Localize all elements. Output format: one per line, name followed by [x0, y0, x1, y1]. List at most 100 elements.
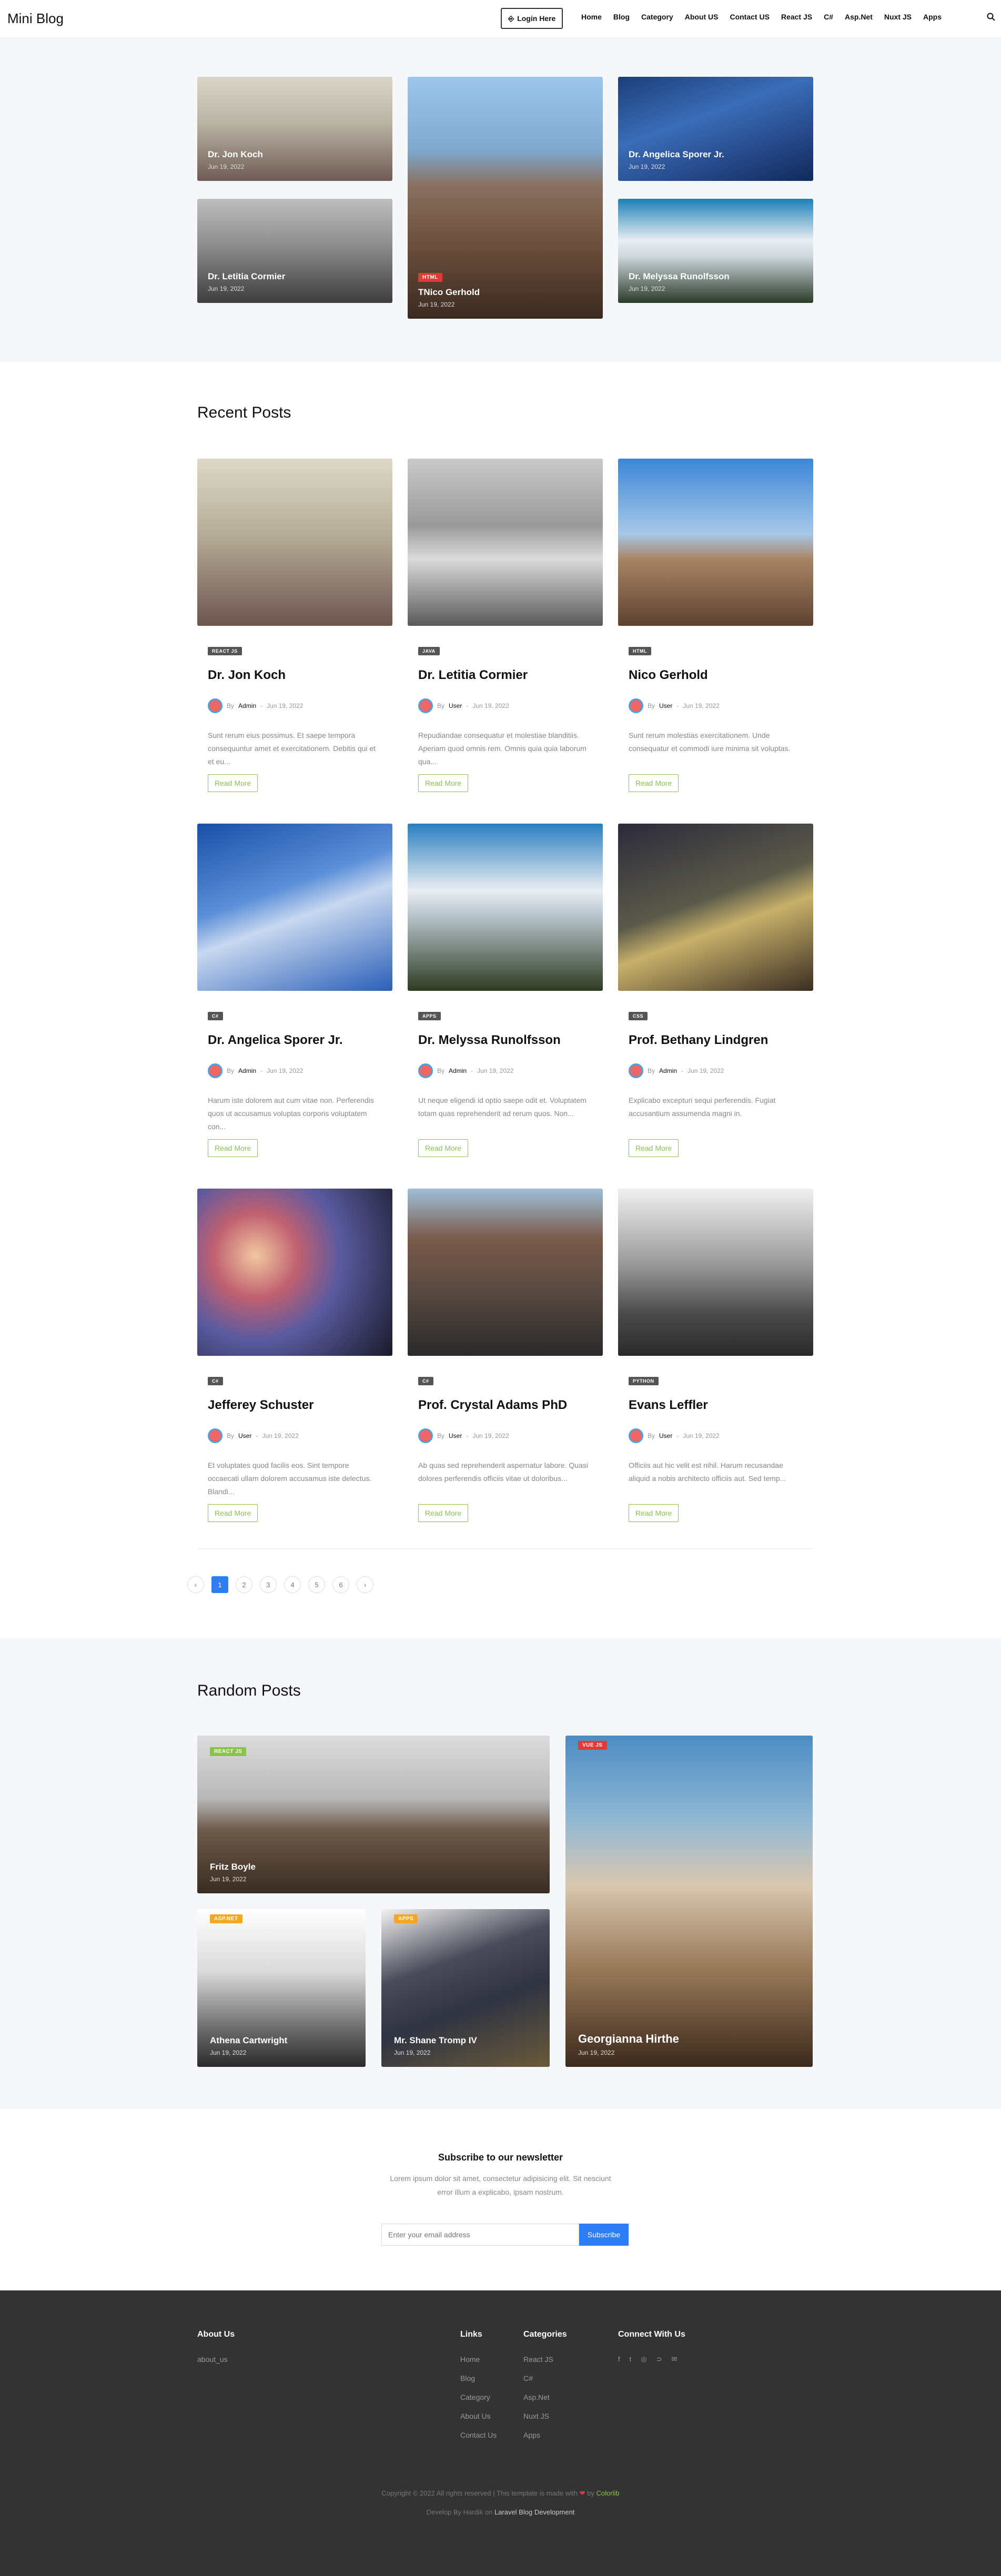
post-title[interactable]: Evans Leffler — [629, 1398, 803, 1413]
instagram-icon[interactable]: ◎ — [641, 2355, 646, 2364]
subscribe-button[interactable]: Subscribe — [579, 2224, 629, 2246]
category-badge[interactable]: APPS — [394, 1914, 418, 1923]
nav-blog[interactable]: Blog — [608, 13, 635, 21]
footer-link[interactable]: Blog — [460, 2374, 497, 2382]
post-thumbnail[interactable] — [618, 824, 813, 991]
facebook-icon[interactable]: f — [618, 2355, 620, 2364]
footer-category-link[interactable]: C# — [523, 2374, 567, 2382]
nav-about[interactable]: About US — [679, 13, 724, 21]
hero-card[interactable]: Dr. Angelica Sporer Jr. Jun 19, 2022 — [618, 77, 813, 181]
email-input[interactable] — [381, 2224, 579, 2246]
hero-card[interactable]: Dr. Melyssa Runolfsson Jun 19, 2022 — [618, 199, 813, 303]
post-tag[interactable]: JAVA — [418, 647, 440, 655]
search-icon[interactable] — [987, 13, 995, 21]
read-more-button[interactable]: Read More — [208, 1139, 258, 1157]
post-thumbnail[interactable] — [197, 459, 392, 626]
post-thumbnail[interactable] — [197, 824, 392, 991]
post-tag[interactable]: PYTHON — [629, 1377, 659, 1385]
post-tag[interactable]: APPS — [418, 1012, 441, 1020]
post-thumbnail[interactable] — [618, 459, 813, 626]
brand-logo[interactable]: Mini Blog — [7, 11, 64, 27]
post-tag[interactable]: HTML — [629, 647, 651, 655]
post-thumbnail[interactable] — [197, 1189, 392, 1356]
post-tag[interactable]: C# — [208, 1377, 223, 1385]
page-button[interactable]: 4 — [284, 1576, 301, 1593]
prev-page-button[interactable]: ‹ — [187, 1576, 204, 1593]
nav-react[interactable]: React JS — [775, 13, 818, 21]
post-title[interactable]: Jefferey Schuster — [208, 1398, 382, 1413]
post-tag[interactable]: CSS — [629, 1012, 648, 1020]
post-thumbnail[interactable] — [618, 1189, 813, 1356]
footer-link[interactable]: Category — [460, 2393, 497, 2401]
hero-card[interactable]: Dr. Jon Koch Jun 19, 2022 — [197, 77, 392, 181]
category-badge[interactable]: HTML — [418, 273, 442, 282]
post-tag[interactable]: REACT JS — [208, 647, 242, 655]
category-badge[interactable]: VUE JS — [578, 1741, 607, 1750]
post-thumbnail[interactable] — [408, 1189, 603, 1356]
post-title[interactable]: Nico Gerhold — [629, 668, 803, 683]
post-author[interactable]: Admin — [238, 1067, 256, 1074]
login-button[interactable]: ⎆ Login Here — [501, 8, 563, 29]
read-more-button[interactable]: Read More — [208, 1504, 258, 1522]
post-tag[interactable]: C# — [208, 1012, 223, 1020]
post-title[interactable]: Prof. Bethany Lindgren — [629, 1033, 803, 1048]
random-card[interactable]: REACT JS Fritz Boyle Jun 19, 2022 — [197, 1736, 550, 1893]
read-more-button[interactable]: Read More — [629, 1504, 679, 1522]
post-author[interactable]: User — [659, 702, 672, 709]
post-thumbnail[interactable] — [408, 824, 603, 991]
post-author[interactable]: User — [449, 702, 462, 709]
nav-category[interactable]: Category — [635, 13, 679, 21]
post-author[interactable]: User — [659, 1432, 672, 1439]
email-icon[interactable]: ✉ — [672, 2355, 678, 2364]
hero-card[interactable]: Dr. Letitia Cormier Jun 19, 2022 — [197, 199, 392, 303]
post-author[interactable]: Admin — [449, 1067, 467, 1074]
footer-links: Links Home Blog Category About Us Contac… — [460, 2330, 497, 2450]
nav-nuxt[interactable]: Nuxt JS — [878, 13, 917, 21]
category-badge[interactable]: ASP.NET — [210, 1914, 242, 1923]
hero-card[interactable]: HTML TNico Gerhold Jun 19, 2022 — [408, 77, 603, 319]
random-card[interactable]: VUE JS Georgianna Hirthe Jun 19, 2022 — [565, 1736, 813, 2067]
nav-csharp[interactable]: C# — [818, 13, 839, 21]
post-author[interactable]: Admin — [659, 1067, 677, 1074]
read-more-button[interactable]: Read More — [629, 1139, 679, 1157]
page-button[interactable]: 6 — [332, 1576, 349, 1593]
footer-category-link[interactable]: React JS — [523, 2355, 567, 2364]
next-page-button[interactable]: › — [357, 1576, 373, 1593]
post-tag[interactable]: C# — [418, 1377, 433, 1385]
read-more-button[interactable]: Read More — [418, 774, 469, 792]
read-more-button[interactable]: Read More — [208, 774, 258, 792]
post-title[interactable]: Dr. Melyssa Runolfsson — [418, 1033, 592, 1048]
random-card[interactable]: APPS Mr. Shane Tromp IV Jun 19, 2022 — [381, 1909, 550, 2067]
twitter-icon[interactable]: t — [630, 2355, 632, 2364]
nav-contact[interactable]: Contact US — [724, 13, 775, 21]
read-more-button[interactable]: Read More — [418, 1139, 469, 1157]
footer-link[interactable]: Home — [460, 2355, 497, 2364]
page-button[interactable]: 1 — [211, 1576, 228, 1593]
rss-icon[interactable]: ⊃ — [656, 2355, 662, 2364]
colorlib-link[interactable]: Colorlib — [596, 2489, 620, 2497]
footer-category-link[interactable]: Apps — [523, 2431, 567, 2439]
post-title[interactable]: Dr. Letitia Cormier — [418, 668, 592, 683]
page-button[interactable]: 5 — [308, 1576, 325, 1593]
category-badge[interactable]: REACT JS — [210, 1747, 247, 1756]
read-more-button[interactable]: Read More — [418, 1504, 469, 1522]
footer-category-link[interactable]: Nuxt JS — [523, 2412, 567, 2420]
page-button[interactable]: 3 — [260, 1576, 277, 1593]
page-button[interactable]: 2 — [236, 1576, 252, 1593]
post-author[interactable]: User — [238, 1432, 251, 1439]
footer-link[interactable]: Contact Us — [460, 2431, 497, 2439]
nav-aspnet[interactable]: Asp.Net — [839, 13, 878, 21]
random-card[interactable]: ASP.NET Athena Cartwright Jun 19, 2022 — [197, 1909, 366, 2067]
footer-category-link[interactable]: Asp.Net — [523, 2393, 567, 2401]
footer-link[interactable]: About Us — [460, 2412, 497, 2420]
nav-apps[interactable]: Apps — [917, 13, 947, 21]
post-title[interactable]: Prof. Crystal Adams PhD — [418, 1398, 592, 1413]
nav-home[interactable]: Home — [575, 13, 608, 21]
developer-link[interactable]: Laravel Blog Development — [494, 2508, 574, 2516]
post-author[interactable]: User — [449, 1432, 462, 1439]
post-thumbnail[interactable] — [408, 459, 603, 626]
read-more-button[interactable]: Read More — [629, 774, 679, 792]
post-author[interactable]: Admin — [238, 702, 256, 709]
post-title[interactable]: Dr. Jon Koch — [208, 668, 382, 683]
post-title[interactable]: Dr. Angelica Sporer Jr. — [208, 1033, 382, 1048]
